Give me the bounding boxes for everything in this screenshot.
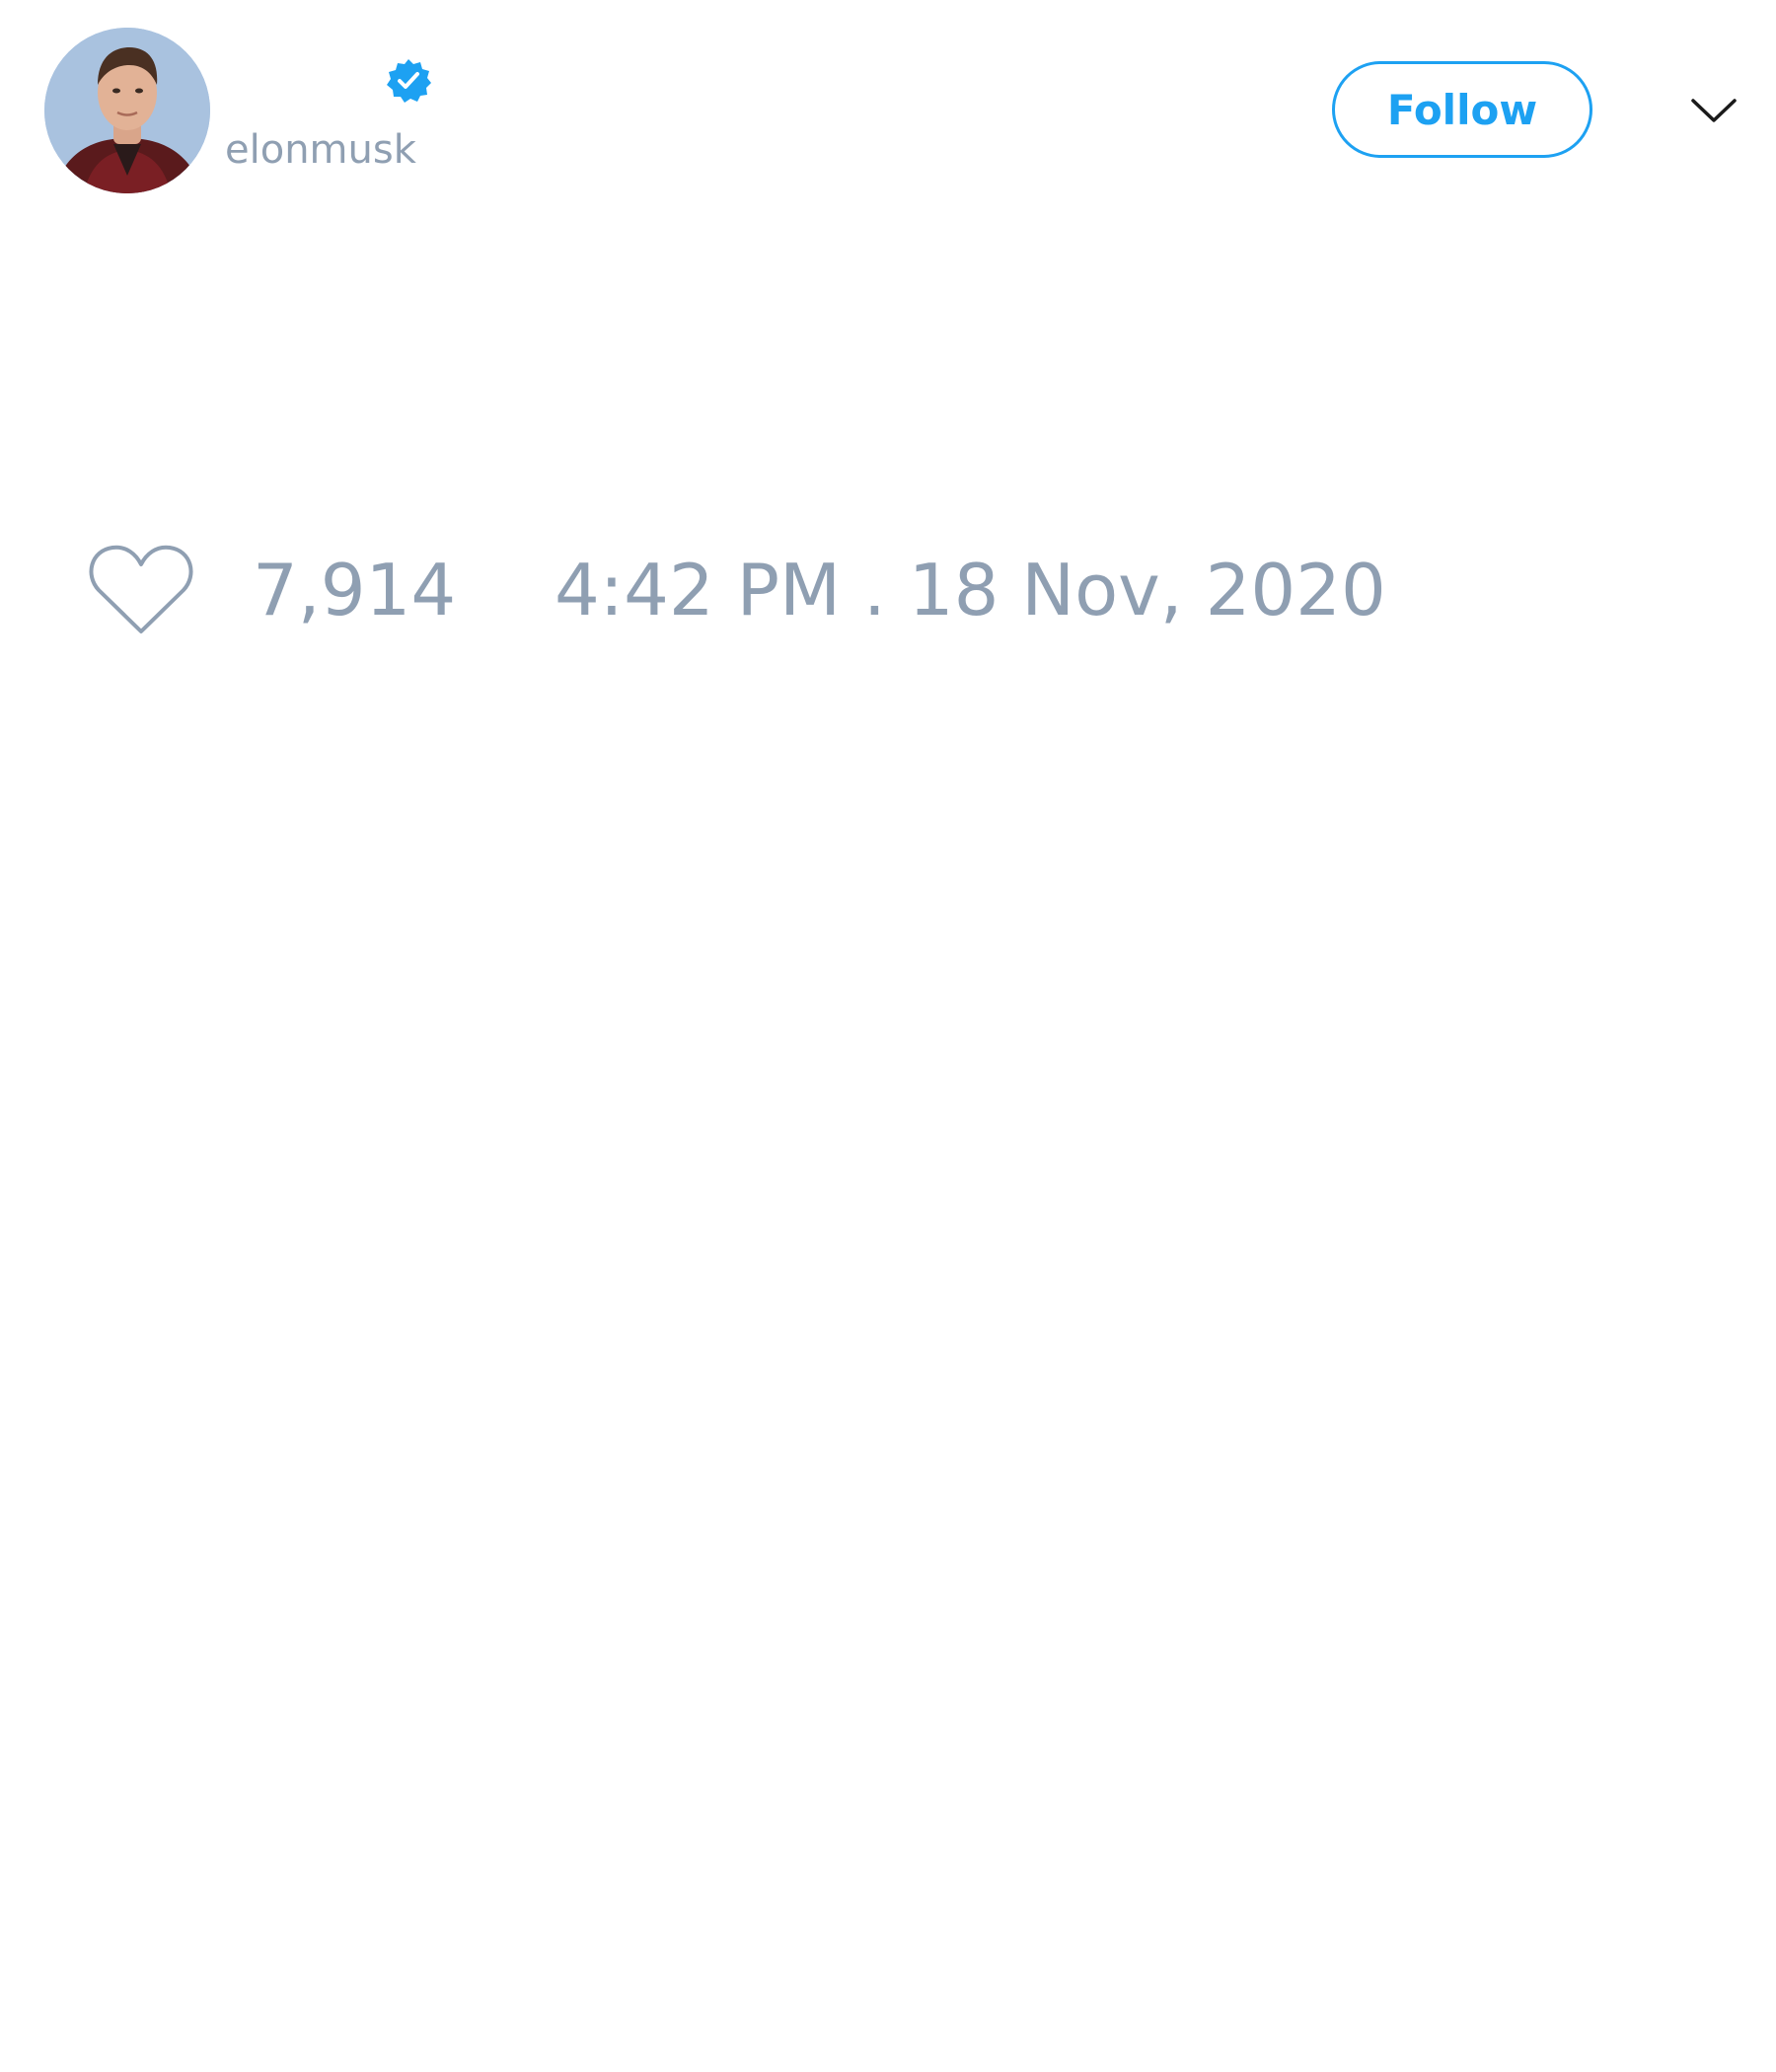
verified-badge-icon bbox=[385, 57, 432, 105]
follow-button[interactable]: Follow bbox=[1332, 61, 1592, 158]
like-count: 7,914 bbox=[253, 549, 457, 631]
author-handle[interactable]: elonmusk bbox=[225, 126, 416, 174]
avatar[interactable] bbox=[44, 28, 210, 193]
tweet-embed-card: elonmusk Follow 7,914 4:42 PM . 18 Nov, … bbox=[0, 0, 1776, 2072]
avatar-photo bbox=[44, 28, 210, 193]
tweet-timestamp[interactable]: 4:42 PM . 18 Nov, 2020 bbox=[555, 548, 1386, 632]
heart-outline-icon[interactable] bbox=[87, 541, 195, 637]
chevron-down-icon[interactable] bbox=[1689, 91, 1739, 130]
